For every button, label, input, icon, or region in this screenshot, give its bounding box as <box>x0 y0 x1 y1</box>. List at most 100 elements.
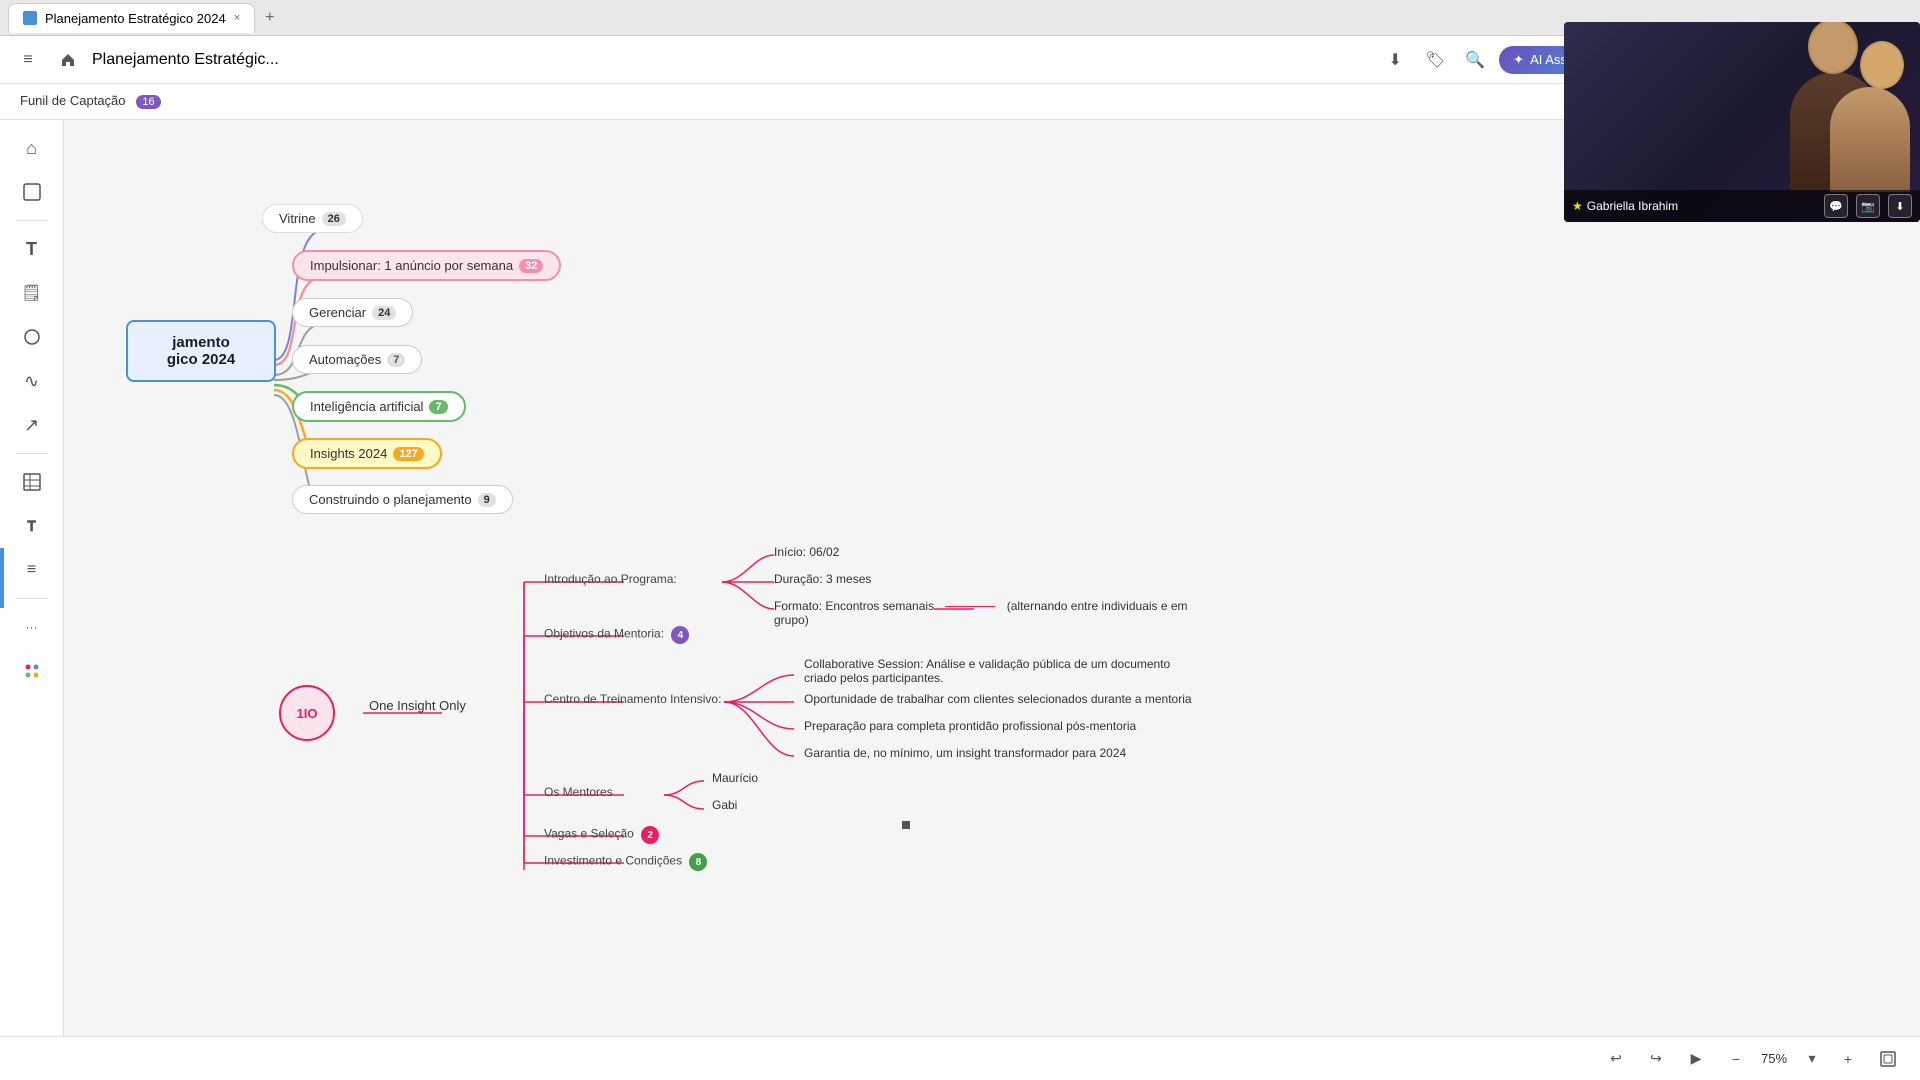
detail-garantia: Garantia de, no mínimo, um insight trans… <box>804 746 1126 760</box>
tag-btn[interactable]: 🏷 <box>1419 44 1451 76</box>
branch-introducao[interactable]: Introdução ao Programa: <box>544 572 677 586</box>
formato-line <box>945 606 995 607</box>
cursor-tool-btn[interactable]: ▶ <box>1680 1043 1712 1075</box>
sidebar-icon-home[interactable]: ⌂ <box>12 128 52 168</box>
fit-view-btn[interactable] <box>1872 1043 1904 1075</box>
node-impulsionar-label: Impulsionar: 1 anúncio por semana <box>310 258 513 273</box>
detail-gabi: Gabi <box>712 798 737 812</box>
zoom-value: 75% <box>1756 1051 1792 1066</box>
zoom-in-btn[interactable]: + <box>1832 1043 1864 1075</box>
video-download-btn[interactable]: ⬇ <box>1888 194 1912 218</box>
branch-vagas[interactable]: Vagas e Seleção 2 <box>544 826 659 844</box>
sidebar-divider-2 <box>16 453 48 454</box>
person1-head <box>1808 22 1858 74</box>
node-vitrine[interactable]: Vitrine 26 <box>262 204 363 233</box>
node-insights[interactable]: Insights 2024 127 <box>292 438 442 469</box>
canvas[interactable]: jamentogico 2024 Vitrine 26 Impulsionar:… <box>64 120 1920 1036</box>
node-gerenciar-label: Gerenciar <box>309 305 366 320</box>
sidebar-icon-pen[interactable]: ∿ <box>12 361 52 401</box>
sidebar-icon-frame[interactable] <box>12 172 52 212</box>
sidebar-icon-arrow[interactable]: ↗ <box>12 405 52 445</box>
node-1io[interactable]: 1IO <box>279 685 335 741</box>
detail-oportunidade: Oportunidade de trabalhar com clientes s… <box>804 692 1192 706</box>
left-sidebar: ⌂ T 🗒 ∿ ↗ 𝐓 ≡ ··· <box>0 120 64 1036</box>
detail-collaborative: Collaborative Session: Análise e validaç… <box>804 657 1204 685</box>
node-impulsionar-badge: 32 <box>519 259 543 273</box>
mauricio-text: Maurício <box>712 771 758 785</box>
preparacao-text: Preparação para completa prontidão profi… <box>804 719 1136 733</box>
sidebar-icon-sticky[interactable]: 🗒 <box>12 273 52 313</box>
cursor <box>902 821 910 829</box>
video-controls: 💬 📷 ⬇ <box>1824 194 1912 218</box>
investimento-badge: 8 <box>689 853 707 871</box>
home-btn[interactable] <box>52 44 84 76</box>
node-construindo[interactable]: Construindo o planejamento 9 <box>292 485 513 514</box>
detail-duracao: Duração: 3 meses <box>774 572 871 586</box>
breadcrumb: Planejamento Estratégic... <box>92 51 1371 69</box>
active-tab[interactable]: Planejamento Estratégico 2024 × <box>8 3 255 33</box>
node-automacoes[interactable]: Automações 7 <box>292 345 422 374</box>
sidebar-icon-table[interactable] <box>12 462 52 502</box>
tab-title: Planejamento Estratégico 2024 <box>45 11 226 26</box>
zoom-dropdown-btn[interactable]: ▾ <box>1796 1043 1828 1075</box>
node-automacoes-label: Automações <box>309 352 381 367</box>
download-btn[interactable]: ⬇ <box>1379 44 1411 76</box>
objetivos-badge: 4 <box>671 626 689 644</box>
node-construindo-label: Construindo o planejamento <box>309 492 472 507</box>
ai-icon: ✦ <box>1513 52 1524 68</box>
node-gerenciar[interactable]: Gerenciar 24 <box>292 298 413 327</box>
detail-preparacao: Preparação para completa prontidão profi… <box>804 719 1136 733</box>
vagas-label: Vagas e Seleção <box>544 827 634 841</box>
node-insights-badge: 127 <box>393 447 423 461</box>
gabi-text: Gabi <box>712 798 737 812</box>
video-cam-btn[interactable]: 📷 <box>1856 194 1880 218</box>
redo-btn[interactable]: ↪ <box>1640 1043 1672 1075</box>
one-insight-label: One Insight Only <box>369 698 466 713</box>
bottom-toolbar: ↩ ↪ ▶ − 75% ▾ + <box>0 1036 1920 1080</box>
video-chat-btn[interactable]: 💬 <box>1824 194 1848 218</box>
node-ia[interactable]: Inteligência artificial 7 <box>292 391 466 422</box>
detail-mauricio: Maurício <box>712 771 758 785</box>
duracao-text: Duração: 3 meses <box>774 572 871 586</box>
branch-centro[interactable]: Centro de Treinamento Intensivo: <box>544 692 721 706</box>
sidebar-icon-apps[interactable] <box>12 651 52 691</box>
detail-formato: Formato: Encontros semanais (alternando … <box>774 599 1194 627</box>
undo-btn[interactable]: ↩ <box>1600 1043 1632 1075</box>
video-overlay: ★ Gabriella Ibrahim 💬 📷 ⬇ <box>1564 22 1920 222</box>
branch-investimento[interactable]: Investimento e Condições 8 <box>544 853 707 871</box>
speaker-name: ★ Gabriella Ibrahim <box>1572 199 1678 213</box>
search-btn[interactable]: 🔍 <box>1459 44 1491 76</box>
menu-btn[interactable]: ≡ <box>12 44 44 76</box>
tab-favicon <box>23 11 37 25</box>
sidebar-icon-text2[interactable]: 𝐓 <box>12 506 52 546</box>
left-accent <box>0 548 4 608</box>
sidebar-icon-list[interactable]: ≡ <box>12 550 52 590</box>
node-gerenciar-badge: 24 <box>372 306 396 320</box>
sidebar-divider-3 <box>16 598 48 599</box>
introducao-label: Introdução ao Programa: <box>544 572 677 586</box>
tab-bar: Planejamento Estratégico 2024 × + <box>8 3 280 33</box>
sidebar-icon-shape[interactable] <box>12 317 52 357</box>
formato-text: Formato: Encontros semanais <box>774 599 934 613</box>
node-impulsionar[interactable]: Impulsionar: 1 anúncio por semana 32 <box>292 250 561 281</box>
person2-silhouette <box>1830 87 1910 192</box>
star-icon: ★ <box>1572 199 1583 213</box>
sidebar-icon-text[interactable]: T <box>12 229 52 269</box>
new-tab-btn[interactable]: + <box>259 9 280 27</box>
one-insight-text: One Insight Only <box>369 698 466 713</box>
branch-mentores[interactable]: Os Mentores <box>544 785 613 799</box>
speaker-name-text: Gabriella Ibrahim <box>1587 199 1678 213</box>
zoom-control: − 75% ▾ + <box>1720 1043 1864 1075</box>
second-bar-tab[interactable]: Funil de Captação 16 <box>8 89 173 114</box>
sidebar-icon-more[interactable]: ··· <box>12 607 52 647</box>
central-node[interactable]: jamentogico 2024 <box>126 320 276 382</box>
node-automacoes-badge: 7 <box>387 353 405 367</box>
branch-objetivos[interactable]: Objetivos da Mentoria: 4 <box>544 626 689 644</box>
sidebar-divider-1 <box>16 220 48 221</box>
investimento-label: Investimento e Condições <box>544 854 682 868</box>
garantia-text: Garantia de, no mínimo, um insight trans… <box>804 746 1126 760</box>
node-vitrine-label: Vitrine <box>279 211 316 226</box>
zoom-out-btn[interactable]: − <box>1720 1043 1752 1075</box>
tab-close-btn[interactable]: × <box>234 12 240 24</box>
node-1io-label: 1IO <box>297 706 318 721</box>
